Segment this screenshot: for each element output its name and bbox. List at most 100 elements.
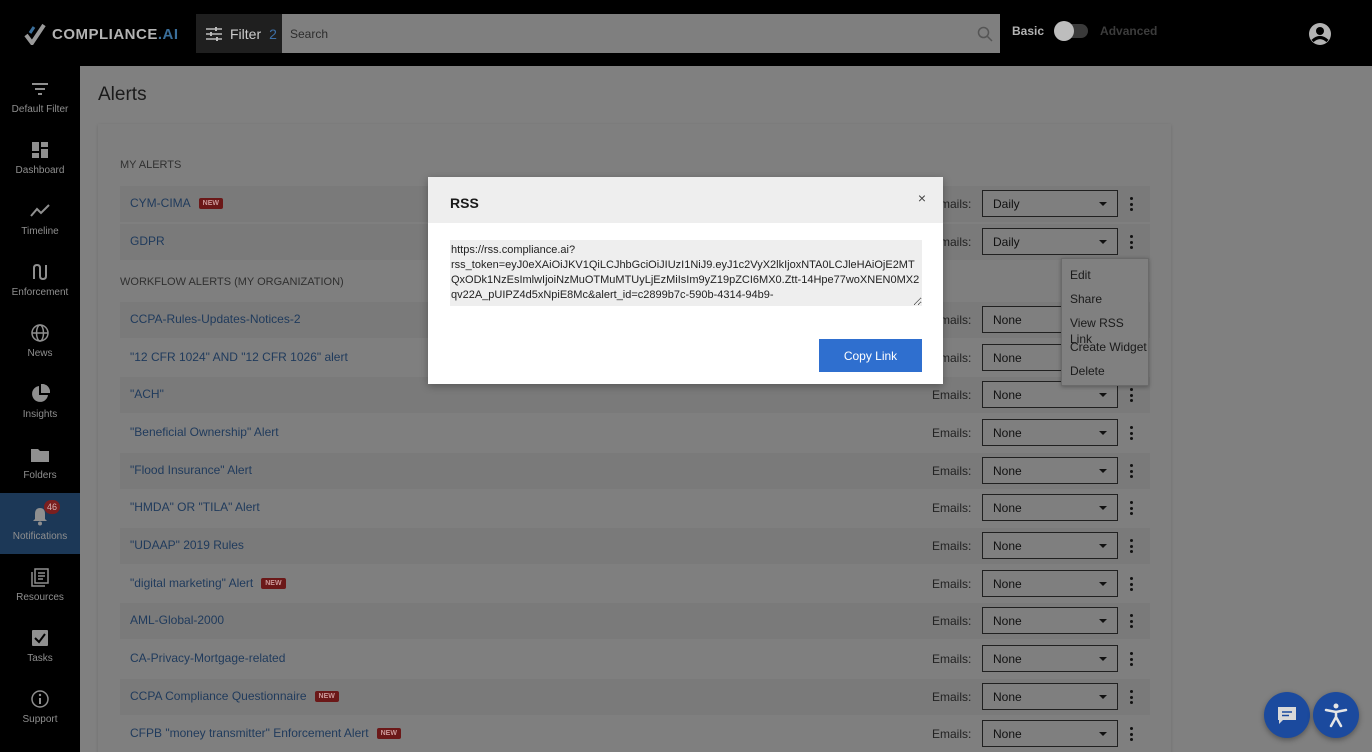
emails-label: Emails:: [932, 577, 972, 591]
my-alerts-heading: MY ALERTS: [120, 159, 182, 171]
more-options-icon[interactable]: [1125, 536, 1137, 556]
emails-label: Emails:: [932, 652, 972, 666]
more-options-icon[interactable]: [1125, 423, 1137, 443]
menu-item-view-rss-link[interactable]: View RSS Link: [1062, 315, 1148, 346]
alert-row: "Flood Insurance" Alert Emails: None: [120, 453, 1150, 489]
menu-item-create-widget[interactable]: Create Widget: [1062, 339, 1148, 363]
filter-button[interactable]: Filter 2: [196, 14, 282, 53]
timeline-icon: [30, 203, 50, 217]
email-frequency-select[interactable]: Daily: [982, 228, 1118, 255]
sidebar-item-default-filter[interactable]: Default Filter: [0, 66, 80, 127]
emails-label: Emails:: [932, 388, 972, 402]
alert-row: "UDAAP" 2019 Rules Emails: None: [120, 528, 1150, 564]
checkbox-icon: [32, 629, 48, 646]
alert-row: CFPB "money transmitter" Enforcement Ale…: [120, 716, 1150, 752]
more-options-icon[interactable]: [1125, 649, 1137, 669]
chat-button[interactable]: [1264, 692, 1310, 738]
accessibility-button[interactable]: [1313, 692, 1359, 738]
filter-count: 2: [269, 25, 277, 42]
sidebar-item-support[interactable]: Support: [0, 676, 80, 737]
chevron-down-icon: [1099, 469, 1107, 473]
pie-chart-icon: [32, 383, 50, 402]
more-options-icon[interactable]: [1125, 687, 1137, 707]
chevron-down-icon: [1099, 393, 1107, 397]
sidebar-item-folders[interactable]: Folders: [0, 432, 80, 493]
email-frequency-select[interactable]: None: [982, 607, 1118, 634]
alert-link[interactable]: CCPA-Rules-Updates-Notices-2: [130, 312, 301, 326]
alert-row: CA-Privacy-Mortgage-related Emails: None: [120, 641, 1150, 677]
emails-label: Emails:: [932, 501, 972, 515]
alert-link[interactable]: CCPA Compliance Questionnaire NEW: [130, 689, 339, 703]
sidebar: Default Filter Dashboard Timeline Enforc…: [0, 66, 80, 752]
sidebar-item-timeline[interactable]: Timeline: [0, 188, 80, 249]
more-options-icon[interactable]: [1125, 611, 1137, 631]
search-bar: Filter 2: [196, 14, 1000, 53]
alert-link[interactable]: "Beneficial Ownership" Alert: [130, 425, 279, 439]
alert-link[interactable]: "UDAAP" 2019 Rules: [130, 538, 244, 552]
more-options-icon[interactable]: [1125, 232, 1137, 252]
email-frequency-select[interactable]: None: [982, 720, 1118, 747]
logo-text: COMPLIANCE.AI: [52, 25, 179, 43]
email-frequency-select[interactable]: None: [982, 683, 1118, 710]
sidebar-item-insights[interactable]: Insights: [0, 371, 80, 432]
emails-label: Emails:: [932, 614, 972, 628]
chevron-down-icon: [1099, 657, 1107, 661]
sidebar-item-label: Resources: [16, 591, 64, 603]
email-frequency-select[interactable]: None: [982, 419, 1118, 446]
more-options-icon[interactable]: [1125, 461, 1137, 481]
chevron-down-icon: [1099, 240, 1107, 244]
sidebar-item-label: Tasks: [27, 652, 53, 664]
new-badge: NEW: [314, 690, 339, 702]
close-icon[interactable]: ×: [915, 190, 929, 206]
alert-link[interactable]: AML-Global-2000: [130, 613, 224, 627]
email-frequency-select[interactable]: None: [982, 532, 1118, 559]
alert-row: "digital marketing" Alert NEW Emails: Non…: [120, 566, 1150, 602]
new-badge: NEW: [261, 577, 286, 589]
search-input[interactable]: [282, 14, 970, 53]
user-account-icon[interactable]: [1308, 22, 1332, 46]
alert-link[interactable]: "HMDA" OR "TILA" Alert: [130, 500, 260, 514]
alert-link[interactable]: CYM-CIMA NEW: [130, 196, 224, 210]
sidebar-item-dashboard[interactable]: Dashboard: [0, 127, 80, 188]
alert-link[interactable]: "12 CFR 1024" AND "12 CFR 1026" alert: [130, 350, 348, 364]
alert-link[interactable]: "digital marketing" Alert NEW: [130, 576, 286, 590]
logo[interactable]: COMPLIANCE.AI: [24, 22, 179, 46]
sidebar-item-enforcement[interactable]: Enforcement: [0, 249, 80, 310]
alert-link[interactable]: "Flood Insurance" Alert: [130, 463, 252, 477]
emails-label: Emails:: [932, 539, 972, 553]
alert-link[interactable]: CA-Privacy-Mortgage-related: [130, 651, 285, 665]
rss-link-field[interactable]: https://rss.compliance.ai? rss_token=eyJ…: [450, 240, 922, 306]
sidebar-item-label: Insights: [22, 408, 58, 420]
email-frequency-select[interactable]: None: [982, 457, 1118, 484]
mode-advanced-label: Advanced: [1100, 24, 1158, 38]
email-frequency-select[interactable]: Daily: [982, 190, 1118, 217]
more-options-icon[interactable]: [1125, 574, 1137, 594]
workflow-alerts-heading: WORKFLOW ALERTS (MY ORGANIZATION): [120, 276, 344, 288]
info-icon: [31, 689, 49, 708]
email-frequency-select[interactable]: None: [982, 645, 1118, 672]
copy-link-button[interactable]: Copy Link: [819, 339, 922, 372]
mode-toggle[interactable]: [1054, 21, 1089, 41]
sidebar-item-news[interactable]: News: [0, 310, 80, 371]
more-options-icon[interactable]: [1125, 498, 1137, 518]
folder-icon: [31, 448, 49, 462]
menu-item-delete[interactable]: Delete: [1062, 363, 1148, 387]
alert-link[interactable]: CFPB "money transmitter" Enforcement Ale…: [130, 726, 401, 740]
alert-link[interactable]: "ACH": [130, 387, 164, 401]
sidebar-item-resources[interactable]: Resources: [0, 554, 80, 615]
accessibility-icon: [1324, 703, 1348, 728]
email-frequency-select[interactable]: None: [982, 494, 1118, 521]
sidebar-item-tasks[interactable]: Tasks: [0, 615, 80, 676]
email-frequency-select[interactable]: None: [982, 570, 1118, 597]
chevron-down-icon: [1099, 506, 1107, 510]
sidebar-item-notifications[interactable]: 46 Notifications: [0, 493, 80, 554]
search-icon[interactable]: [970, 14, 1000, 53]
more-options-icon[interactable]: [1125, 385, 1137, 405]
alert-link[interactable]: GDPR: [130, 234, 165, 248]
more-options-icon[interactable]: [1125, 194, 1137, 214]
logo-icon: [24, 23, 46, 45]
more-options-icon[interactable]: [1125, 724, 1137, 744]
menu-item-share[interactable]: Share: [1062, 291, 1148, 315]
menu-item-edit[interactable]: Edit: [1062, 267, 1148, 291]
globe-icon: [31, 323, 49, 342]
